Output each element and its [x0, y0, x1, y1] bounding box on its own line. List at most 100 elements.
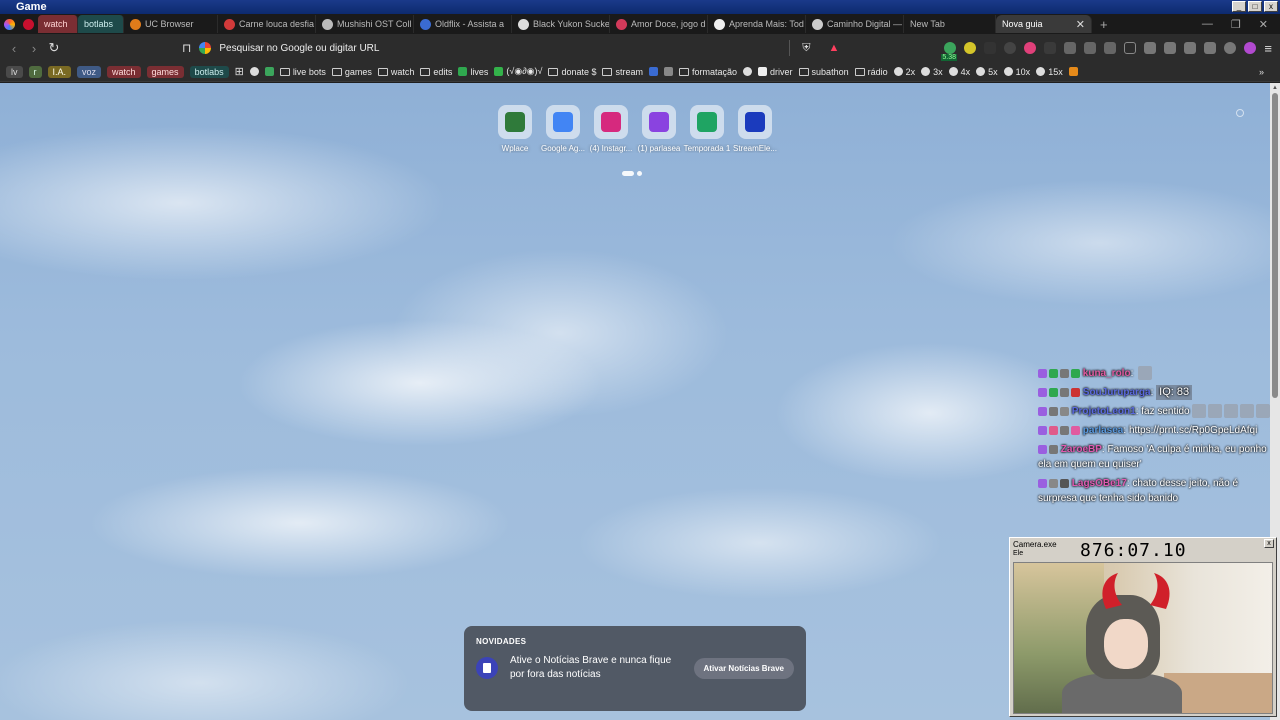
vpn-icon[interactable] [1224, 42, 1237, 54]
extension-icon-screen[interactable] [1064, 42, 1077, 54]
bookmark-item[interactable]: subathon [798, 67, 849, 77]
sidebar-icon[interactable] [1164, 42, 1177, 54]
extension-icon-pink[interactable] [1024, 42, 1037, 54]
tab[interactable]: Black Yukon Sucke [512, 15, 610, 33]
close-window-button[interactable]: ✕ [1259, 18, 1268, 31]
pager-dot-active[interactable] [622, 171, 634, 176]
customize-icon[interactable] [1236, 109, 1244, 117]
tab[interactable]: UC Browser [124, 15, 218, 33]
chat-username[interactable]: SouJuruparga [1083, 387, 1151, 398]
bookmark-item[interactable]: games [331, 67, 372, 77]
bookmark-item[interactable]: driver [758, 67, 793, 77]
bookmark-item[interactable]: 4x [948, 67, 970, 77]
profile-icon[interactable] [1244, 42, 1257, 54]
bookmark-item[interactable]: 10x [1003, 67, 1030, 77]
bookmark-item[interactable]: edits [420, 67, 452, 77]
media-icon[interactable] [1144, 42, 1157, 54]
pinned-tab[interactable] [19, 15, 38, 33]
address-bar[interactable]: Pesquisar no Google ou digitar URL ⛨ ▲ [199, 37, 839, 59]
minimize-button[interactable]: — [1202, 18, 1213, 31]
top-site-tile[interactable]: (4) Instagr... [590, 105, 632, 153]
bookmark-item[interactable]: lives [458, 67, 488, 77]
back-button[interactable]: ‹ [4, 41, 24, 56]
bookmark-chip[interactable]: games [146, 65, 184, 78]
bookmark-item[interactable]: watch [377, 67, 414, 77]
extension-icon-h[interactable] [1004, 42, 1017, 54]
bookmark-item[interactable]: 3x [921, 67, 943, 77]
bookmark-chip[interactable]: voz [77, 65, 102, 78]
bookmark-item[interactable] [664, 67, 673, 76]
bookmark-item[interactable]: rádio [854, 67, 888, 77]
forward-button[interactable]: › [24, 41, 44, 56]
top-site-tile[interactable]: Temporada 1 [684, 105, 730, 153]
bookmark-chip[interactable]: r [28, 65, 42, 78]
bookmark-chip[interactable]: watch [107, 65, 141, 78]
tab-group-watch[interactable]: watch [38, 15, 78, 33]
extension-icon-dark[interactable] [984, 42, 997, 54]
os-maximize-button[interactable]: □ [1248, 1, 1262, 12]
tab-group-botlabs[interactable]: botlabs [78, 15, 124, 33]
tab[interactable]: Carne louca desfia [218, 15, 316, 33]
top-site-tile[interactable]: (1) parlasea [638, 105, 680, 153]
wallet-icon[interactable] [1184, 42, 1197, 54]
hamburger-menu-icon[interactable]: ≡ [1264, 41, 1272, 56]
extension-icon-outline[interactable] [1124, 42, 1137, 54]
bookmark-item[interactable] [649, 67, 658, 76]
os-minimize-button[interactable]: _ [1232, 1, 1246, 12]
bookmark-item[interactable]: live bots [279, 67, 326, 77]
top-site-tile[interactable]: Google Ag... [541, 105, 585, 153]
tab[interactable]: Mushishi OST Coll [316, 15, 414, 33]
chat-username[interactable]: parlasea [1083, 425, 1124, 436]
bookmarks-overflow-icon[interactable]: » [1259, 67, 1264, 77]
bookmark-item[interactable]: ⊞ [235, 65, 244, 78]
bookmark-item[interactable]: 2x [893, 67, 915, 77]
brave-menu-icon[interactable] [0, 15, 19, 33]
restore-button[interactable]: ❐ [1231, 18, 1241, 31]
brave-rewards-icon[interactable]: ▲ [828, 42, 839, 54]
leo-icon[interactable] [1204, 42, 1217, 54]
tab[interactable]: Amor Doce, jogo d [610, 15, 708, 33]
tab[interactable]: New Tab [904, 15, 996, 33]
tab[interactable]: Oldflix - Assista a [414, 15, 512, 33]
scroll-up-icon[interactable]: ▲ [1272, 85, 1278, 91]
bookmark-chip[interactable]: I.A. [47, 65, 72, 78]
tab-close-icon[interactable]: ✕ [1076, 18, 1085, 31]
extension-icon-yellow[interactable] [964, 42, 977, 54]
bookmark-item[interactable] [249, 67, 259, 76]
bookmark-item[interactable]: 5x [976, 67, 998, 77]
bookmark-item[interactable] [743, 67, 753, 76]
bookmark-page-icon[interactable]: ⊓ [182, 41, 191, 55]
chat-badge-icon [1060, 368, 1069, 378]
bookmark-item[interactable]: formatação [679, 67, 737, 77]
brave-shields-icon[interactable]: ⛨ [802, 42, 810, 55]
new-tab-button[interactable]: + [1092, 17, 1116, 32]
bookmark-chip[interactable]: lv [6, 65, 23, 78]
search-input[interactable]: Pesquisar no Google ou digitar URL [219, 43, 379, 54]
bookmark-item[interactable]: (√◉∂◉)√ [494, 66, 542, 77]
enable-news-button[interactable]: Ativar Notícias Brave [693, 657, 794, 679]
chat-username[interactable]: ZaroeBP [1061, 444, 1102, 455]
chat-username[interactable]: ProjetoLeon1 [1072, 406, 1136, 417]
os-close-button[interactable]: x [1264, 1, 1278, 12]
tab[interactable]: Caminho Digital — [806, 15, 904, 33]
top-site-tile[interactable]: Wplace [495, 105, 535, 153]
chat-username[interactable]: LagsOBe17 [1072, 478, 1127, 489]
pager-dot[interactable] [637, 171, 642, 176]
tab-active[interactable]: Nova guia ✕ [996, 15, 1092, 33]
bookmark-chip[interactable]: botlabs [189, 65, 229, 78]
bookmark-item[interactable] [264, 67, 274, 76]
extension-icon-camera[interactable] [1104, 42, 1117, 54]
reload-button[interactable]: ↻ [44, 40, 64, 56]
extension-icon-dark2[interactable] [1044, 42, 1057, 54]
camera-close-button[interactable]: x [1264, 539, 1274, 548]
bookmark-item[interactable]: 15x [1036, 67, 1063, 77]
bookmark-item[interactable] [1068, 67, 1078, 76]
scroll-thumb[interactable] [1272, 93, 1278, 398]
bookmark-item[interactable]: donate $ [548, 67, 596, 77]
extension-icon-green[interactable]: 5.38 [941, 42, 958, 61]
tab[interactable]: Aprenda Mais: Tod [708, 15, 806, 33]
extension-icon-puzzle[interactable] [1084, 42, 1097, 54]
chat-username[interactable]: kuna_rolo [1083, 368, 1131, 379]
bookmark-item[interactable]: stream [602, 67, 643, 77]
top-site-tile[interactable]: StreamEle... [733, 105, 777, 153]
